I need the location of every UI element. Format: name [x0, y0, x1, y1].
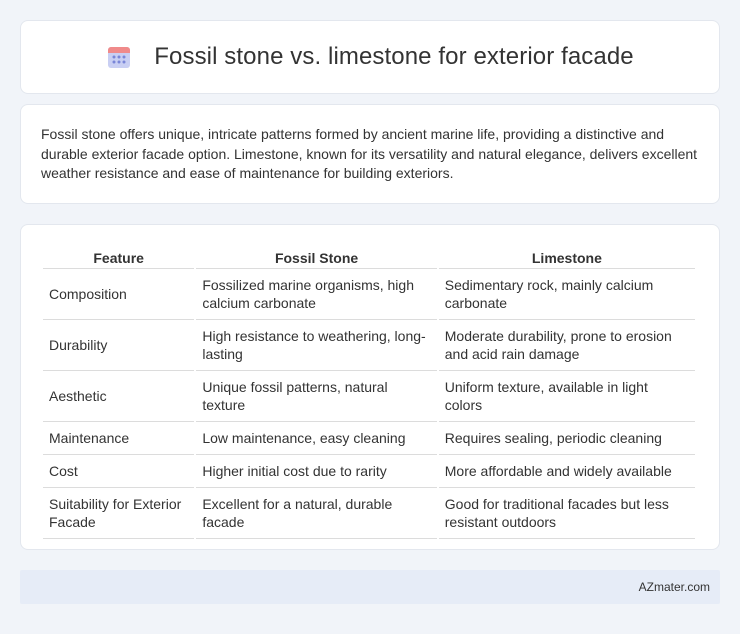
table-card: Feature Fossil Stone Limestone Compositi…	[20, 224, 720, 550]
table-row: Maintenance Low maintenance, easy cleani…	[43, 422, 695, 455]
cell-feature: Suitability for Exterior Facade	[43, 488, 195, 539]
cell-feature: Aesthetic	[43, 371, 195, 422]
intro-card: Fossil stone offers unique, intricate pa…	[20, 104, 720, 204]
cell-limestone: Requires sealing, periodic cleaning	[438, 422, 695, 455]
cell-fossil-stone: Fossilized marine organisms, high calciu…	[196, 269, 437, 320]
table-row: Durability High resistance to weathering…	[43, 320, 695, 371]
page-title: Fossil stone vs. limestone for exterior …	[154, 43, 634, 70]
cell-fossil-stone: Low maintenance, easy cleaning	[196, 422, 437, 455]
comparison-table: Feature Fossil Stone Limestone Compositi…	[41, 245, 697, 539]
cell-fossil-stone: Excellent for a natural, durable facade	[196, 488, 437, 539]
cell-limestone: More affordable and widely available	[438, 455, 695, 488]
intro-paragraph: Fossil stone offers unique, intricate pa…	[41, 126, 698, 181]
cell-limestone: Good for traditional facades but less re…	[438, 488, 695, 539]
cell-feature: Maintenance	[43, 422, 195, 455]
cell-limestone: Sedimentary rock, mainly calcium carbona…	[438, 269, 695, 320]
table-row: Composition Fossilized marine organisms,…	[43, 269, 695, 320]
table-row: Cost Higher initial cost due to rarity M…	[43, 455, 695, 488]
footer-site-link[interactable]: AZmater.com	[639, 580, 710, 594]
table-header-row: Feature Fossil Stone Limestone	[43, 245, 695, 269]
table-row: Aesthetic Unique fossil patterns, natura…	[43, 371, 695, 422]
cell-limestone: Uniform texture, available in light colo…	[438, 371, 695, 422]
header-feature: Feature	[43, 245, 195, 269]
header-limestone: Limestone	[438, 245, 695, 269]
cell-feature: Composition	[43, 269, 195, 320]
cell-fossil-stone: Higher initial cost due to rarity	[196, 455, 437, 488]
title-card: Fossil stone vs. limestone for exterior …	[20, 20, 720, 94]
cell-limestone: Moderate durability, prone to erosion an…	[438, 320, 695, 371]
cell-feature: Durability	[43, 320, 195, 371]
page: Fossil stone vs. limestone for exterior …	[0, 0, 740, 634]
footer: AZmater.com	[20, 570, 720, 604]
cell-fossil-stone: Unique fossil patterns, natural texture	[196, 371, 437, 422]
cell-fossil-stone: High resistance to weathering, long-last…	[196, 320, 437, 371]
header-fossil-stone: Fossil Stone	[196, 245, 437, 269]
cell-feature: Cost	[43, 455, 195, 488]
table-row: Suitability for Exterior Facade Excellen…	[43, 488, 695, 539]
calendar-icon	[106, 44, 132, 70]
